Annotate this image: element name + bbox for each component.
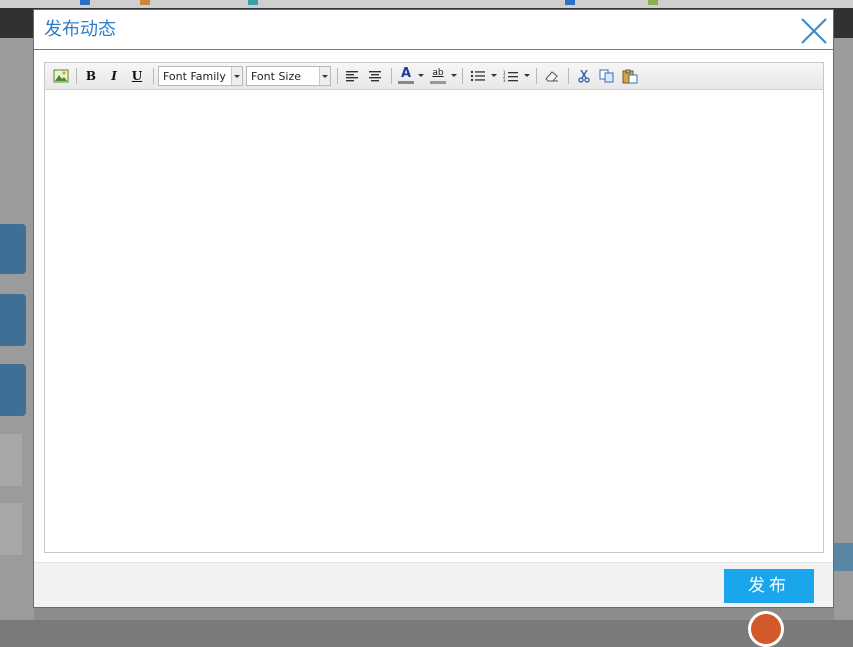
- chevron-down-icon[interactable]: [451, 74, 457, 77]
- background-avatar: [748, 611, 784, 647]
- dialog-header: 发布动态: [34, 10, 833, 50]
- numbered-list-icon[interactable]: 1 2 3: [501, 67, 521, 85]
- chevron-down-icon: [231, 67, 242, 85]
- chevron-down-icon[interactable]: [491, 74, 497, 77]
- align-left-icon[interactable]: [342, 67, 362, 85]
- chevron-down-icon[interactable]: [524, 74, 530, 77]
- highlight-label: ab: [432, 67, 444, 78]
- editor-content-area[interactable]: [45, 90, 823, 552]
- cut-icon[interactable]: [574, 67, 594, 85]
- highlight-color-icon[interactable]: ab: [428, 67, 448, 85]
- font-size-label: Font Size: [251, 70, 302, 83]
- font-family-select[interactable]: Font Family: [158, 66, 243, 86]
- bullet-list-icon[interactable]: [468, 67, 488, 85]
- font-size-select[interactable]: Font Size: [246, 66, 331, 86]
- bold-button[interactable]: B: [81, 67, 101, 85]
- publish-button[interactable]: 发布: [724, 569, 814, 603]
- eraser-icon[interactable]: [542, 67, 562, 85]
- svg-text:3: 3: [503, 78, 506, 83]
- chevron-down-icon: [319, 67, 330, 85]
- dialog-title: 发布动态: [44, 19, 116, 40]
- underline-button[interactable]: U: [127, 67, 147, 85]
- background-right-panel: [834, 38, 853, 620]
- font-color-label: A: [400, 66, 412, 81]
- publish-post-dialog: 发布动态 B I U Font Family Font Size A ab 1 …: [33, 9, 834, 608]
- rich-text-editor: B I U Font Family Font Size A ab 1 2 3: [44, 62, 824, 553]
- italic-button[interactable]: I: [104, 67, 124, 85]
- background-left-panel: [0, 38, 34, 620]
- paste-icon[interactable]: [620, 67, 640, 85]
- font-family-label: Font Family: [163, 70, 226, 83]
- close-icon[interactable]: [799, 16, 829, 46]
- align-center-icon[interactable]: [365, 67, 385, 85]
- insert-image-icon[interactable]: [51, 67, 71, 85]
- background-tab-strip: [0, 0, 853, 8]
- chevron-down-icon[interactable]: [418, 74, 424, 77]
- editor-toolbar: B I U Font Family Font Size A ab 1 2 3: [45, 63, 823, 90]
- font-color-icon[interactable]: A: [396, 67, 416, 85]
- dialog-footer: 发布: [34, 562, 833, 607]
- copy-icon[interactable]: [597, 67, 617, 85]
